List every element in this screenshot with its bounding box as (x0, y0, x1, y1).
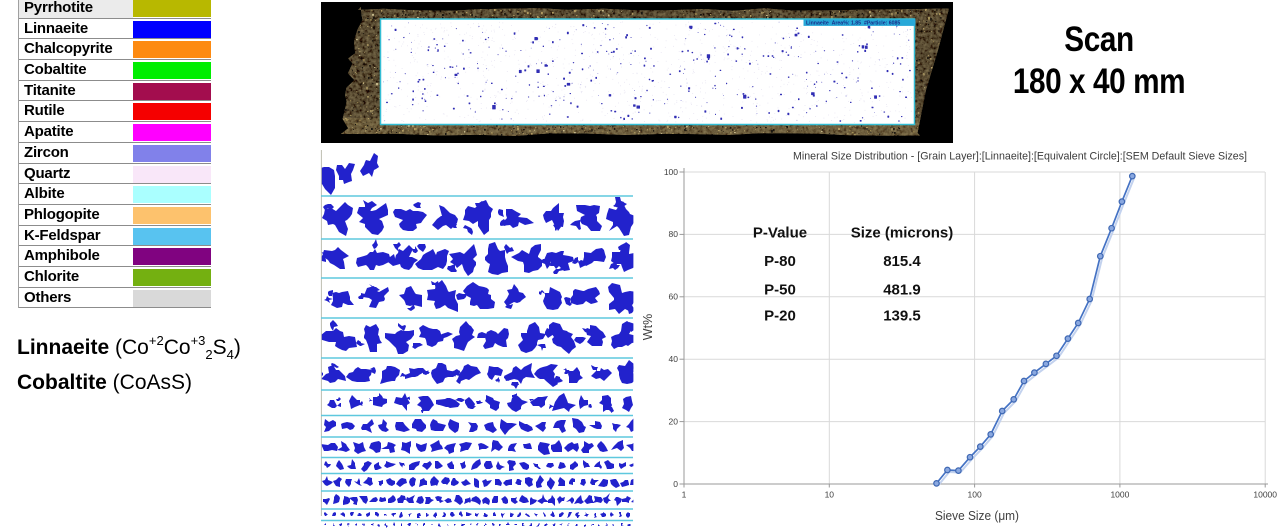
svg-text:139.5: 139.5 (883, 308, 921, 325)
svg-text:815.4: 815.4 (883, 253, 921, 270)
svg-text:P-80: P-80 (764, 253, 796, 270)
svg-text:481.9: 481.9 (883, 282, 921, 299)
svg-text:40: 40 (669, 354, 679, 364)
svg-text:0: 0 (673, 479, 678, 489)
svg-text:P-50: P-50 (764, 282, 796, 299)
svg-text:Mineral Size Distribution - [G: Mineral Size Distribution - [Grain Layer… (793, 151, 1247, 163)
svg-text:1000: 1000 (1110, 490, 1129, 500)
svg-text:P-20: P-20 (764, 308, 796, 325)
svg-text:80: 80 (669, 229, 679, 239)
svg-text:20: 20 (669, 416, 679, 426)
svg-text:P-Value: P-Value (753, 225, 807, 242)
svg-text:Linnaeite Area%: 1.85 #Parti: Linnaeite Area%: 1.85 #Particle: 6085 (806, 21, 900, 27)
svg-text:60: 60 (669, 292, 679, 302)
svg-text:1: 1 (682, 490, 687, 500)
svg-text:100: 100 (664, 167, 678, 177)
svg-text:100: 100 (968, 490, 982, 500)
svg-text:Sieve Size (μm): Sieve Size (μm) (935, 508, 1019, 523)
svg-text:10: 10 (825, 490, 835, 500)
svg-text:Wt%: Wt% (641, 314, 655, 340)
svg-text:10000: 10000 (1253, 490, 1277, 500)
svg-text:Size (microns): Size (microns) (851, 225, 954, 242)
